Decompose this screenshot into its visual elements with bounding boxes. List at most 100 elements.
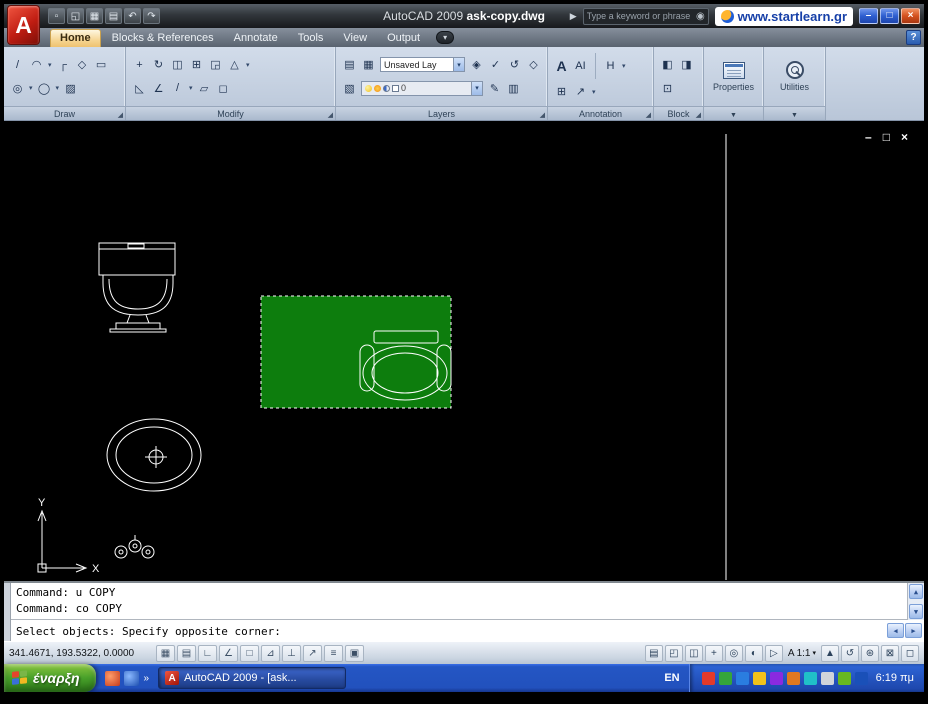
dyn-button[interactable]: ↗	[303, 644, 322, 662]
arc-dropdown-icon[interactable]	[48, 61, 52, 69]
tray-icon[interactable]	[837, 671, 851, 685]
annotation-scale-dropdown-icon[interactable]	[812, 649, 816, 657]
ducs-button[interactable]: ⊥	[282, 644, 301, 662]
new-icon[interactable]: ▫	[48, 8, 65, 24]
toilet-front-view[interactable]	[98, 242, 176, 333]
line-tool-icon[interactable]: /	[10, 57, 25, 73]
block-editor-icon[interactable]: ⊡	[660, 80, 675, 96]
layer-freeze-icon[interactable]: ▧	[342, 80, 357, 96]
rectangle-tool-icon[interactable]: ▭	[94, 57, 109, 73]
layer-walk-icon[interactable]: ▥	[506, 80, 521, 96]
current-layer-dropdown-icon[interactable]	[471, 81, 482, 95]
tab-tools[interactable]: Tools	[289, 30, 333, 47]
quick-view-drawings-button[interactable]: ◫	[684, 644, 703, 662]
tab-view[interactable]: View	[334, 30, 376, 47]
mirror-tool-icon[interactable]: ◫	[170, 57, 185, 73]
annotation-autoscale-button[interactable]: ↺	[841, 644, 859, 662]
tab-blocks-references[interactable]: Blocks & References	[103, 30, 223, 47]
selection-highlight-rect[interactable]	[260, 295, 452, 409]
doc-restore-button[interactable]: □	[883, 131, 890, 143]
tray-icon[interactable]	[701, 671, 715, 685]
layer-thaw-icon[interactable]	[374, 84, 381, 92]
tray-icon[interactable]	[820, 671, 834, 685]
dimension-dropdown-icon[interactable]	[622, 62, 626, 70]
circle-tool-icon[interactable]: ◎	[10, 80, 25, 96]
modify-panel-label[interactable]: Modify	[217, 109, 244, 119]
layer-lock-icon[interactable]	[383, 84, 390, 92]
coordinates-readout[interactable]: 341.4671, 193.5322, 0.0000	[9, 648, 155, 659]
tray-icon[interactable]	[786, 671, 800, 685]
save-icon[interactable]: ▦	[86, 8, 103, 24]
quick-launch-more-icon[interactable]: »	[144, 673, 150, 684]
workspace-switching-button[interactable]: ⊛	[861, 644, 879, 662]
info-center-search[interactable]: Type a keyword or phrase ◉	[582, 7, 709, 25]
single-text-icon[interactable]: AI	[573, 58, 588, 74]
polygon-tool-icon[interactable]: ◇	[75, 57, 90, 73]
erase-tool-icon[interactable]: ◺	[132, 80, 147, 96]
trim-tool-icon[interactable]: ▱	[197, 80, 212, 96]
plot-icon[interactable]: ▤	[105, 8, 122, 24]
command-vertical-scrollbar[interactable]: ▲ ▼	[907, 583, 924, 620]
model-button[interactable]: ▤	[644, 644, 663, 662]
layer-combo-dropdown-icon[interactable]	[453, 58, 464, 72]
draw-panel-launcher-icon[interactable]	[118, 111, 123, 119]
autocad-task-button[interactable]: A AutoCAD 2009 - [ask...	[158, 667, 347, 689]
grid-button[interactable]: ▤	[177, 644, 196, 662]
ortho-button[interactable]: ∟	[198, 644, 217, 662]
hatch-tool-icon[interactable]: ▨	[63, 80, 78, 96]
taskbar-clock[interactable]: 6:19 πμ	[876, 672, 914, 684]
ellipse-dropdown-icon[interactable]	[56, 84, 60, 92]
move-tool-icon[interactable]: +	[132, 57, 147, 73]
block-panel-launcher-icon[interactable]	[696, 111, 701, 119]
binoculars-icon[interactable]: ◉	[696, 11, 705, 22]
draw-panel-label[interactable]: Draw	[54, 109, 75, 119]
quick-launch-icon[interactable]	[104, 670, 120, 686]
tray-icon[interactable]	[735, 671, 749, 685]
osnap-button[interactable]: □	[240, 644, 259, 662]
layers-panel-label[interactable]: Layers	[428, 109, 455, 119]
doc-minimize-button[interactable]: –	[865, 131, 872, 143]
restore-button[interactable]: □	[880, 8, 899, 24]
scroll-left-icon[interactable]: ◀	[887, 623, 904, 638]
tab-output[interactable]: Output	[378, 30, 429, 47]
tab-home[interactable]: Home	[50, 29, 101, 47]
array-tool-icon[interactable]: ⊞	[189, 57, 204, 73]
application-menu-button[interactable]: A	[7, 5, 40, 45]
multiline-text-icon[interactable]: A	[554, 58, 569, 74]
chamfer-tool-icon[interactable]: /	[170, 80, 185, 96]
modify-panel-launcher-icon[interactable]	[328, 111, 333, 119]
annotation-panel-launcher-icon[interactable]	[646, 111, 651, 119]
sink-top-view[interactable]	[106, 418, 202, 492]
close-button[interactable]: ×	[901, 8, 920, 24]
steering-wheel-button[interactable]: ◐	[744, 644, 763, 662]
layer-isolate-icon[interactable]: ◈	[469, 57, 484, 73]
language-indicator[interactable]: EN	[655, 672, 688, 684]
tray-icon[interactable]	[854, 671, 868, 685]
layer-color-swatch[interactable]	[392, 84, 399, 92]
insert-block-icon[interactable]: ◧	[660, 57, 675, 73]
pan-button[interactable]: +	[704, 644, 723, 662]
linear-dimension-icon[interactable]: H	[603, 58, 618, 74]
chamfer-dropdown-icon[interactable]	[189, 84, 193, 92]
tray-icon[interactable]	[752, 671, 766, 685]
layer-on-icon[interactable]	[365, 84, 372, 92]
properties-panel-caret-icon[interactable]	[730, 112, 737, 119]
help-button[interactable]: ?	[906, 30, 921, 45]
ribbon-minimize-icon[interactable]	[436, 31, 455, 44]
tray-icon[interactable]	[718, 671, 732, 685]
annotation-panel-label[interactable]: Annotation	[579, 109, 622, 119]
layers-panel-launcher-icon[interactable]	[540, 111, 545, 119]
ellipse-tool-icon[interactable]: ◯	[37, 80, 52, 96]
undo-icon[interactable]: ↶	[124, 8, 141, 24]
tray-icon[interactable]	[769, 671, 783, 685]
command-line-window[interactable]: Command: u COPY Command: co COPY Select …	[4, 581, 924, 641]
utilities-measure-icon[interactable]	[785, 61, 804, 79]
polyline-tool-icon[interactable]: ┌	[56, 57, 71, 73]
polar-button[interactable]: ∠	[219, 644, 238, 662]
scroll-up-icon[interactable]: ▲	[909, 584, 923, 599]
snap-button[interactable]: ▦	[156, 644, 175, 662]
command-horizontal-scrollbar[interactable]: ◀ ▶	[887, 623, 922, 638]
annotation-scale-control[interactable]: A 1:1	[785, 648, 819, 659]
current-layer-combo[interactable]: 0	[361, 80, 483, 96]
utilities-panel-caret-icon[interactable]	[791, 112, 798, 119]
